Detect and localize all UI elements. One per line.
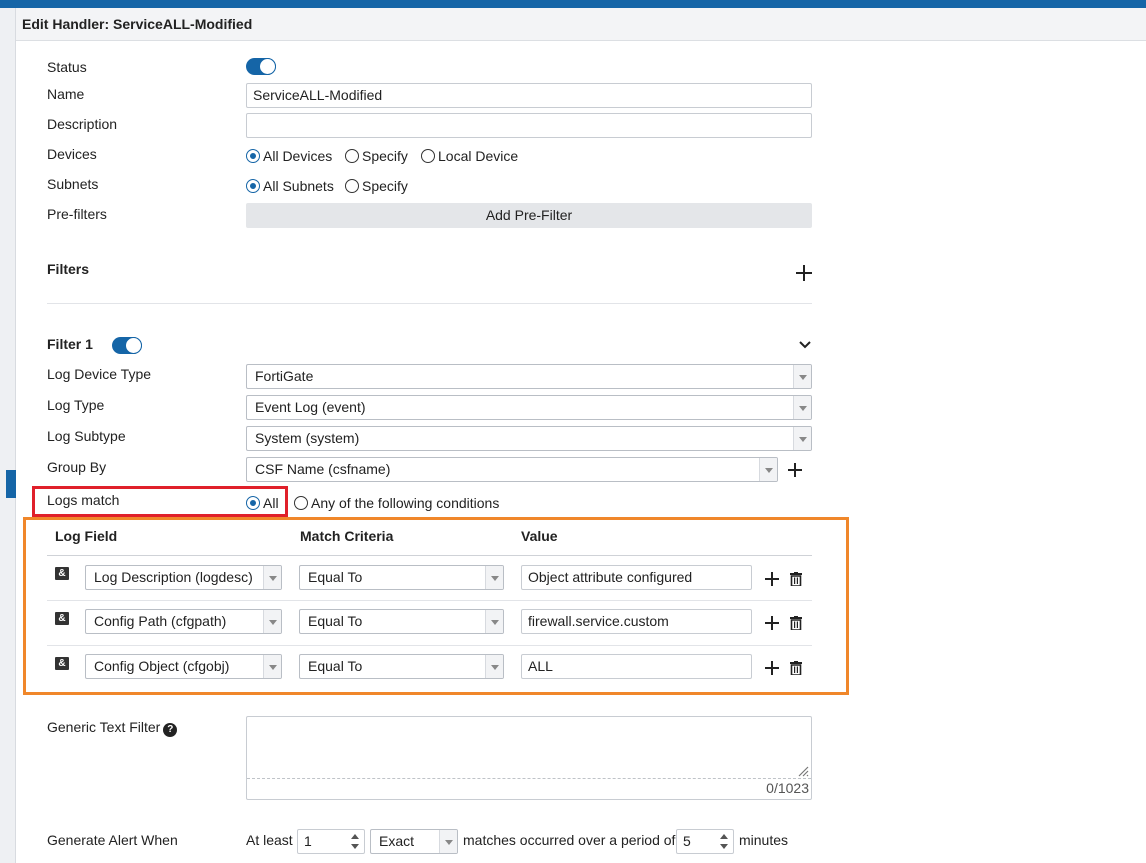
log-device-type-select[interactable]: FortiGate	[246, 364, 812, 389]
at-least-text: At least	[246, 832, 293, 848]
status-toggle[interactable]	[246, 58, 276, 75]
stepper-arrows-icon[interactable]	[350, 833, 360, 850]
radio-checked-icon	[246, 179, 260, 193]
filter1-toggle[interactable]	[112, 337, 142, 354]
alert-period-stepper[interactable]: 5	[676, 829, 734, 854]
logs-match-any-radio[interactable]: Any of the following conditions	[294, 495, 499, 511]
filter1-title: Filter 1	[47, 336, 93, 352]
devices-all-radio[interactable]: All Devices	[246, 148, 332, 164]
subnets-specify-radio[interactable]: Specify	[345, 178, 408, 194]
left-nav-marker	[6, 470, 16, 498]
devices-specify-radio[interactable]: Specify	[345, 148, 408, 164]
left-nav-rail	[0, 8, 16, 863]
top-accent-bar	[0, 0, 1146, 8]
stepper-arrows-icon[interactable]	[719, 833, 729, 850]
radio-unchecked-icon	[421, 149, 435, 163]
status-label: Status	[47, 59, 87, 75]
log-device-type-label: Log Device Type	[47, 366, 152, 382]
group-by-label: Group By	[47, 459, 107, 475]
add-group-by-plus-icon[interactable]	[788, 463, 802, 477]
conditions-highlight	[23, 517, 849, 695]
group-by-select[interactable]: CSF Name (csfname)	[246, 457, 778, 482]
radio-unchecked-icon	[294, 496, 308, 510]
textarea-divider	[247, 778, 811, 779]
add-filter-plus-icon[interactable]	[796, 265, 812, 281]
matches-text: matches occurred over a period of	[463, 832, 676, 848]
devices-local-radio[interactable]: Local Device	[421, 148, 518, 164]
dialog-title-bar: Edit Handler: ServiceALL-Modified	[16, 8, 1146, 41]
section-divider	[47, 303, 812, 304]
page-title: Edit Handler: ServiceALL-Modified	[22, 16, 253, 32]
dropdown-arrow-icon	[793, 427, 811, 450]
radio-checked-icon	[246, 149, 260, 163]
description-label: Description	[47, 116, 118, 132]
generic-text-filter-textarea[interactable]: 0/1023	[246, 716, 812, 800]
dropdown-arrow-icon	[759, 458, 777, 481]
dropdown-arrow-icon	[439, 830, 457, 853]
dropdown-arrow-icon	[793, 365, 811, 388]
generate-alert-label: Generate Alert When	[47, 832, 178, 848]
description-input[interactable]	[246, 113, 812, 138]
devices-label: Devices	[47, 146, 97, 162]
log-type-select[interactable]: Event Log (event)	[246, 395, 812, 420]
subnets-all-radio[interactable]: All Subnets	[246, 178, 334, 194]
generic-text-filter-label: Generic Text Filter?	[47, 719, 178, 737]
character-counter: 0/1023	[766, 780, 809, 796]
log-subtype-label: Log Subtype	[47, 428, 126, 444]
name-label: Name	[47, 86, 85, 102]
subnets-label: Subnets	[47, 176, 99, 192]
log-type-label: Log Type	[47, 397, 105, 413]
radio-unchecked-icon	[345, 149, 359, 163]
chevron-down-icon[interactable]	[799, 341, 811, 349]
alert-count-stepper[interactable]: 1	[297, 829, 365, 854]
add-prefilter-button[interactable]: Add Pre-Filter	[246, 203, 812, 228]
dropdown-arrow-icon	[793, 396, 811, 419]
name-input[interactable]: ServiceALL-Modified	[246, 83, 812, 108]
radio-unchecked-icon	[345, 179, 359, 193]
log-subtype-select[interactable]: System (system)	[246, 426, 812, 451]
filters-heading: Filters	[47, 261, 90, 277]
resize-grip-icon[interactable]	[797, 765, 809, 777]
alert-mode-select[interactable]: Exact	[370, 829, 458, 854]
help-icon[interactable]: ?	[163, 723, 178, 737]
prefilters-label: Pre-filters	[47, 206, 107, 222]
minutes-text: minutes	[739, 832, 789, 848]
logs-match-highlight	[32, 486, 288, 517]
